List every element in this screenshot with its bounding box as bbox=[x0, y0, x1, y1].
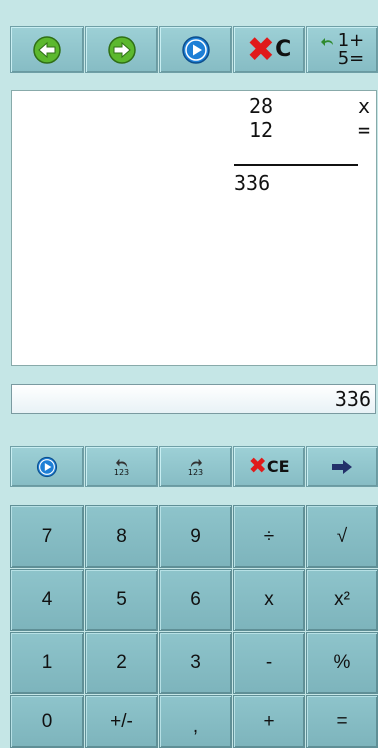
negate-key[interactable]: +/- bbox=[85, 695, 158, 748]
history-top-label: 1+ bbox=[337, 29, 365, 51]
clear-entry-button[interactable]: ✖ CE bbox=[233, 446, 305, 487]
result-display: 336 bbox=[11, 384, 376, 414]
back-button[interactable] bbox=[10, 26, 84, 73]
clear-all-button[interactable]: ✖ C bbox=[233, 26, 305, 73]
digit-0-key[interactable]: 0 bbox=[10, 695, 84, 748]
undo-arrow-icon bbox=[320, 37, 333, 46]
clear-x-icon: ✖ bbox=[246, 29, 276, 70]
clear-label: C bbox=[275, 37, 292, 62]
back-icon bbox=[33, 35, 61, 64]
digit-5-key[interactable]: 5 bbox=[85, 569, 158, 631]
square-key[interactable]: x² bbox=[306, 569, 378, 631]
digit-9-key[interactable]: 9 bbox=[159, 505, 232, 568]
divide-key[interactable]: ÷ bbox=[233, 505, 305, 568]
history-button[interactable]: 1+ 5= bbox=[306, 26, 378, 73]
play-icon bbox=[36, 456, 58, 477]
play-icon bbox=[181, 35, 210, 64]
digit-4-key[interactable]: 4 bbox=[10, 569, 84, 631]
digit-3-key[interactable]: 3 bbox=[159, 632, 232, 694]
digit-6-key[interactable]: 6 bbox=[159, 569, 232, 631]
forward-icon bbox=[107, 35, 136, 64]
sqrt-key[interactable]: √ bbox=[306, 505, 378, 568]
clear-entry-label: CE bbox=[266, 457, 290, 476]
clear-x-icon: ✖ bbox=[248, 453, 267, 479]
percent-key[interactable]: % bbox=[306, 632, 378, 694]
minus-key[interactable]: - bbox=[233, 632, 305, 694]
decimal-key[interactable]: , bbox=[159, 695, 232, 748]
next-button[interactable] bbox=[306, 446, 378, 487]
plus-key[interactable]: + bbox=[233, 695, 305, 748]
equals-key[interactable]: = bbox=[306, 695, 378, 748]
digit-1-key[interactable]: 1 bbox=[10, 632, 84, 694]
forward-button[interactable] bbox=[85, 26, 158, 73]
arrow-right-icon bbox=[332, 459, 352, 474]
tape-operator-1: x bbox=[358, 94, 371, 118]
tape-result: 336 bbox=[234, 171, 271, 195]
tape-total-line bbox=[234, 164, 358, 166]
calculation-tape: 28 x 12 = 336 bbox=[11, 90, 377, 366]
redo-digits-button[interactable]: 123 bbox=[159, 446, 232, 487]
undo-digits-button[interactable]: 123 bbox=[85, 446, 158, 487]
redo-digits-label: 123 bbox=[187, 467, 204, 477]
history-bottom-label: 5= bbox=[337, 47, 365, 69]
tape-operator-2: = bbox=[358, 118, 371, 142]
play-button[interactable] bbox=[159, 26, 232, 73]
redo-arrow-icon bbox=[190, 458, 202, 467]
digit-2-key[interactable]: 2 bbox=[85, 632, 158, 694]
digit-7-key[interactable]: 7 bbox=[10, 505, 84, 568]
undo-digits-label: 123 bbox=[113, 467, 130, 477]
digit-8-key[interactable]: 8 bbox=[85, 505, 158, 568]
multiply-key[interactable]: x bbox=[233, 569, 305, 631]
undo-arrow-icon bbox=[115, 458, 127, 467]
replay-button[interactable] bbox=[10, 446, 84, 487]
tape-operand-2: 12 bbox=[249, 118, 274, 142]
display-value: 336 bbox=[334, 387, 371, 411]
tape-operand-1: 28 bbox=[249, 94, 274, 118]
